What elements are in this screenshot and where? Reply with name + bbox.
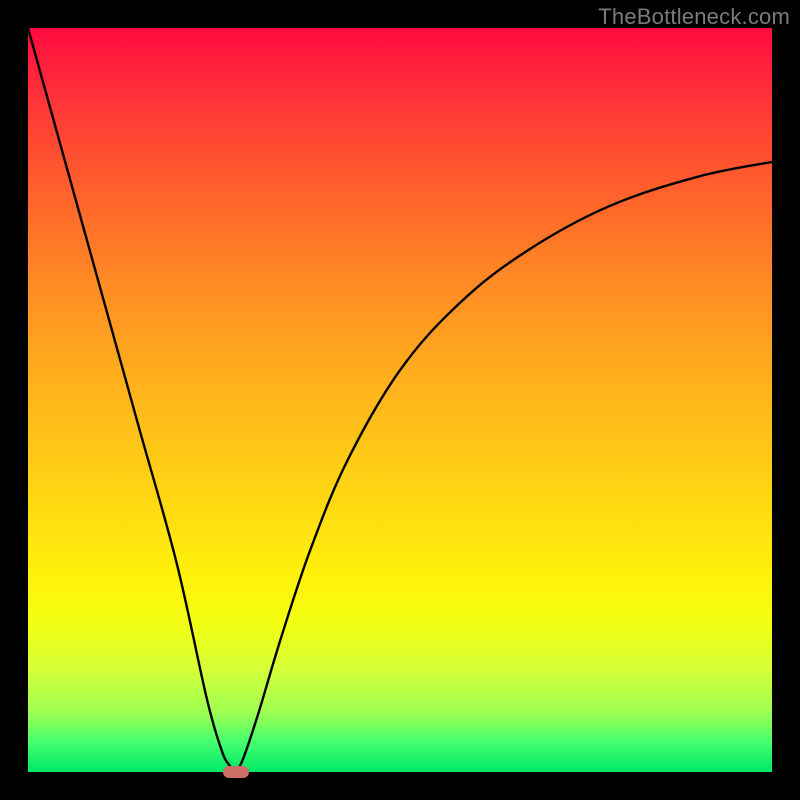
plot-area [28, 28, 772, 772]
chart-frame: TheBottleneck.com [0, 0, 800, 800]
min-marker [223, 766, 249, 778]
curve-svg [28, 28, 772, 772]
curve-path [28, 28, 772, 772]
watermark-text: TheBottleneck.com [598, 4, 790, 30]
